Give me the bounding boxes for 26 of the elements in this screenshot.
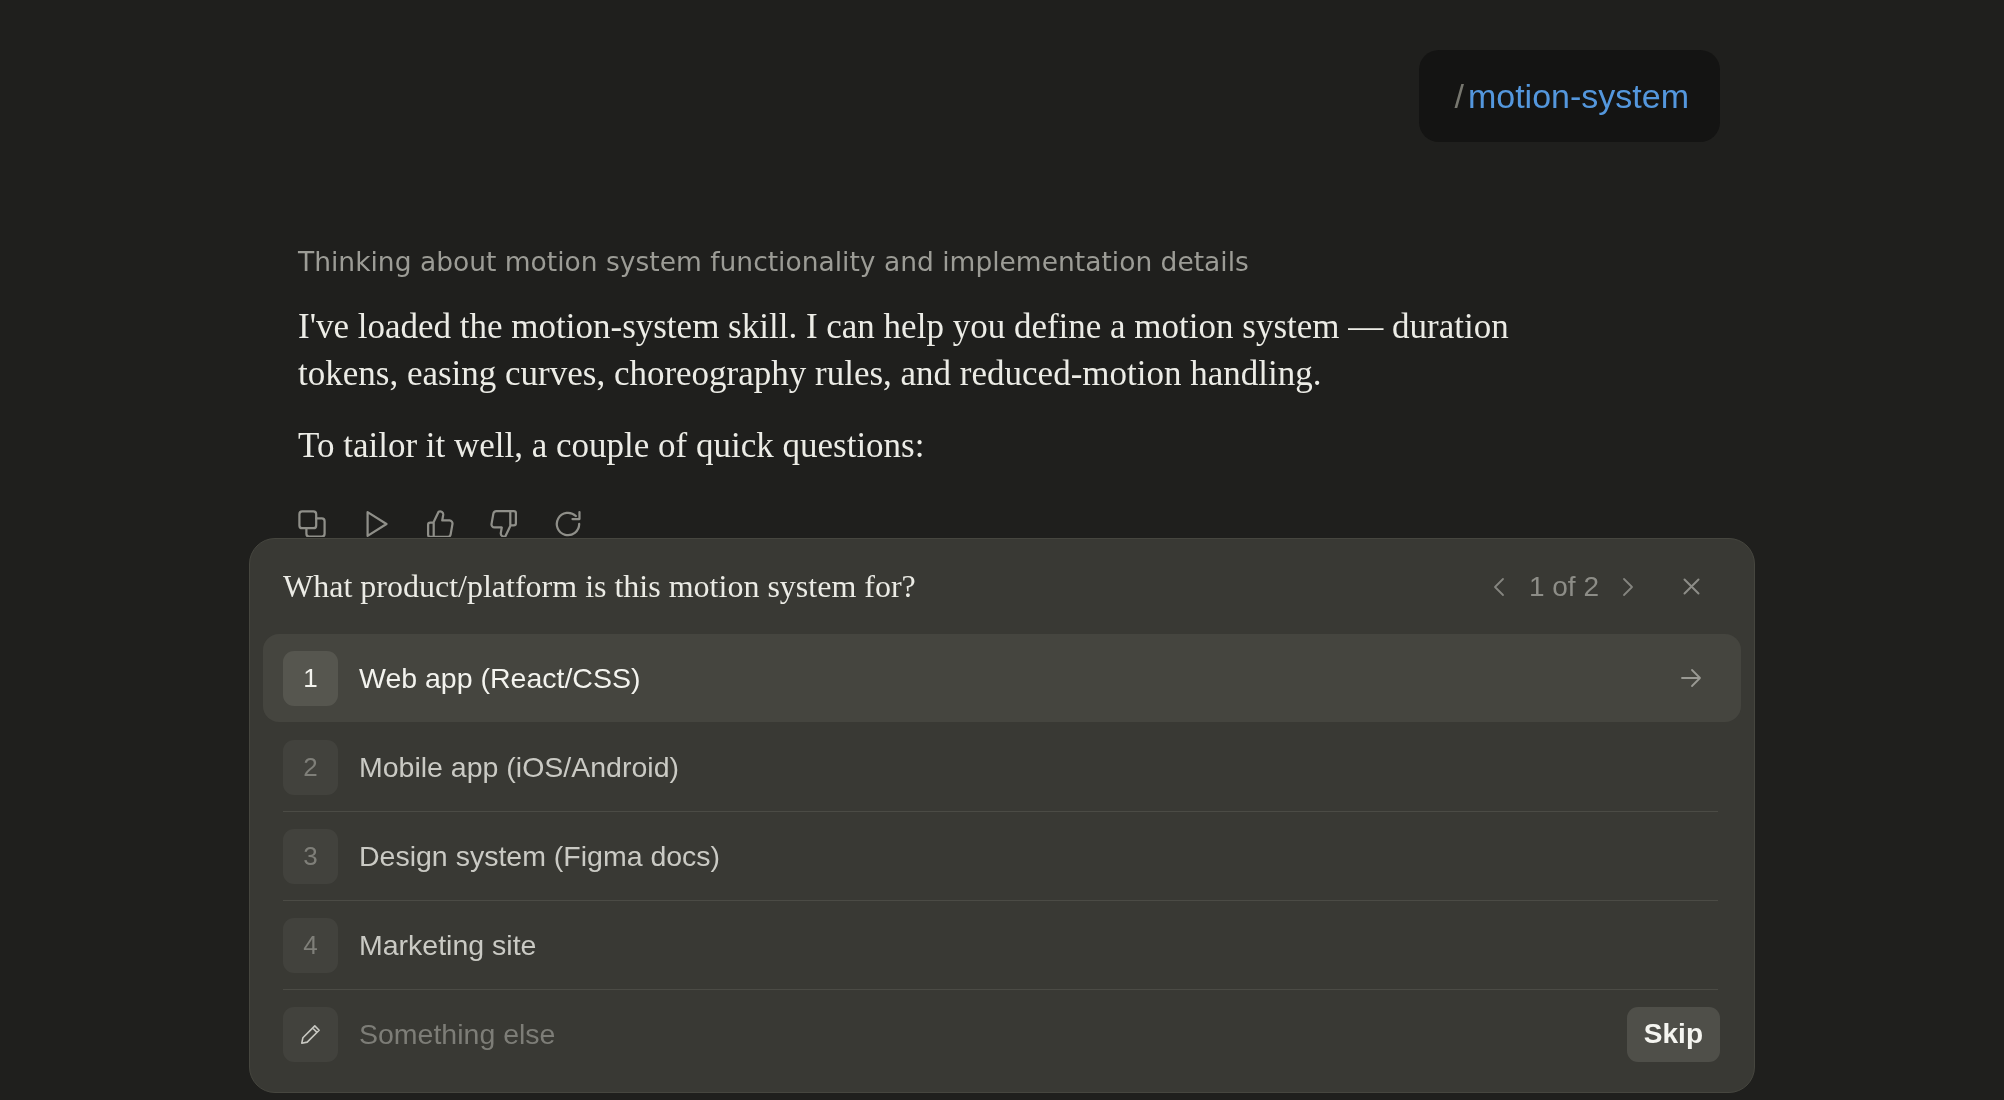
option-number: 4 xyxy=(283,917,338,973)
option-number: 3 xyxy=(283,828,338,884)
response-paragraph: To tailor it well, a couple of quick questions: xyxy=(298,425,925,467)
pencil-icon xyxy=(283,1006,338,1062)
option-number: 2 xyxy=(283,739,338,795)
retry-icon[interactable] xyxy=(554,510,582,537)
answer-input-field[interactable]: Something else xyxy=(359,1014,1627,1054)
thinking-summary: Thinking about motion system functionality and implementation details xyxy=(298,245,1249,279)
thumbs-up-icon[interactable] xyxy=(426,510,454,537)
question-text: What product/platform is this motion system for? xyxy=(283,568,916,605)
option-row[interactable]: 1 Web app (React/CSS) xyxy=(263,634,1741,722)
thumbs-down-icon[interactable] xyxy=(490,510,518,537)
page-counter: 1 of 2 xyxy=(1528,570,1599,603)
skip-button[interactable]: Skip xyxy=(1626,1006,1720,1062)
option-number: 1 xyxy=(283,650,338,706)
option-row[interactable]: 3 Design system (Figma docs) xyxy=(263,812,1741,900)
response-paragraph: I've loaded the motion-system skill. I can help you define a motion system — duration tokens, easing curves, choreography rules, and reduced-motion handling. xyxy=(298,306,1510,395)
close-icon[interactable] xyxy=(1683,578,1700,595)
option-row[interactable]: 2 Mobile app (iOS/Android) xyxy=(263,723,1741,811)
command-name: motion-system xyxy=(1467,76,1689,116)
command-slash: / xyxy=(1454,76,1464,116)
chevron-left-icon[interactable] xyxy=(1492,576,1505,597)
copy-icon[interactable] xyxy=(298,510,326,537)
option-row[interactable]: 4 Marketing site xyxy=(263,901,1741,989)
arrow-right-icon xyxy=(1680,668,1702,688)
chevron-right-icon[interactable] xyxy=(1622,576,1634,597)
